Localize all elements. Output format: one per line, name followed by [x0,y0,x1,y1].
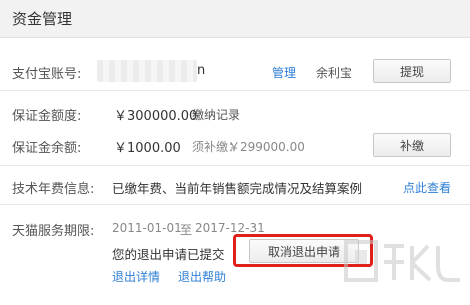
exit-help-link[interactable]: 退出帮助 [178,268,226,285]
date-separator: 至 [180,223,193,237]
service-end-date: 2017-12-31 [195,221,265,235]
annual-fee-status: 已缴年费、当前年销售额完成情况及结算案例 [112,181,363,196]
deposit-balance-label: 保证金余额: [12,141,82,156]
manage-link[interactable]: 管理 [272,64,296,81]
alipay-account-label: 支付宝账号: [12,67,82,82]
payment-record-link[interactable]: 缴纳记录 [192,106,240,123]
deposit-limit-amount: ￥300000.00 [114,109,198,124]
divider [0,165,470,166]
deposit-balance-amount: ￥1000.00 [114,141,181,156]
page-title: 资金管理 [12,10,73,28]
divider [0,204,470,205]
withdraw-button[interactable]: 提现 [373,59,451,83]
divider [0,90,470,91]
service-start-date: 2011-01-01 [112,221,182,235]
exit-status-text: 您的退出申请已提交 [112,247,225,262]
alipay-account-suffix: n [197,63,206,78]
topup-amount: ￥299000.00 [228,140,305,154]
page-header: 资金管理 [0,0,470,38]
exit-details-link[interactable]: 退出详情 [112,268,160,285]
topup-button[interactable]: 补缴 [373,133,451,157]
view-details-link[interactable]: 点此查看 [403,179,451,196]
annual-fee-label: 技术年费信息: [12,182,95,197]
watermark-logo [344,240,460,282]
masked-account-number [97,60,197,82]
deposit-limit-label: 保证金额度: [12,109,82,124]
service-period-label: 天猫服务期限: [12,224,95,239]
yuebao-link[interactable]: 余利宝 [316,64,352,81]
